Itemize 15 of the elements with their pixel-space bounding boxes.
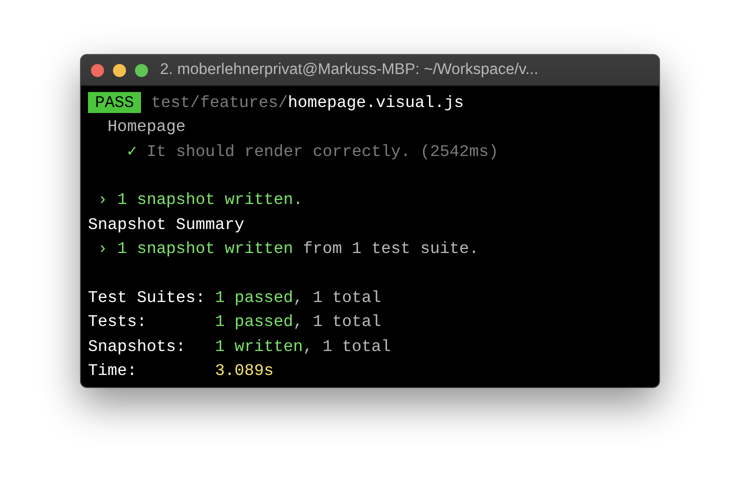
- zoom-button[interactable]: [135, 64, 148, 76]
- window-title: 2. moberlehnerprivat@Markuss-MBP: ~/Workspace/v...: [160, 61, 538, 79]
- minimize-button[interactable]: [113, 64, 126, 76]
- terminal-line: Homepage: [106, 117, 186, 136]
- file-path: test/features/homepage.visual.js: [151, 92, 464, 112]
- terminal-line: Tests: 1 passed, 1 total: [88, 312, 382, 332]
- terminal-line: Time: 3.089s: [88, 360, 274, 380]
- terminal-line: Snapshot Summary: [88, 214, 244, 234]
- terminal-line: ✓ It should render correctly. (2542ms): [126, 140, 498, 161]
- close-button[interactable]: [91, 64, 104, 76]
- terminal-line: › 1 snapshot written.: [96, 190, 303, 210]
- terminal-line: Snapshots: 1 written, 1 total: [88, 336, 391, 356]
- terminal-line: Test Suites: 1 passed, 1 total: [88, 288, 382, 307]
- terminal-line: › 1 snapshot written from 1 test suite.: [96, 239, 479, 258]
- pass-badge: PASS: [88, 92, 142, 113]
